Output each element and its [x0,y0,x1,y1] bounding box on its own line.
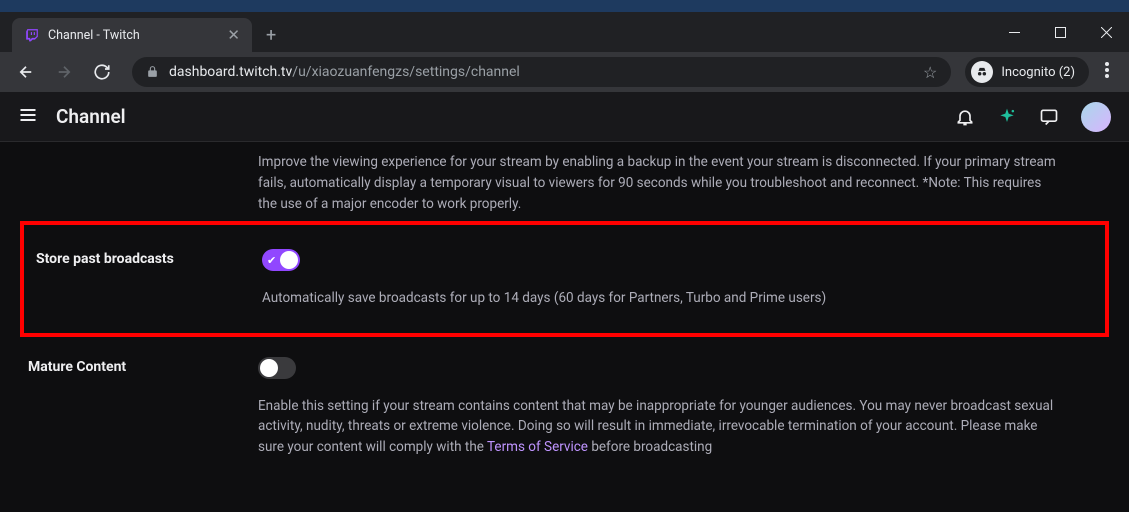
store-broadcasts-description: Automatically save broadcasts for up to … [262,288,1057,309]
maximize-button[interactable] [1037,12,1083,52]
omnibox[interactable]: dashboard.twitch.tv/u/xiaozuanfengzs/set… [132,57,951,87]
avatar[interactable] [1081,102,1111,132]
store-broadcasts-toggle[interactable]: ✔ [262,249,300,271]
twitch-favicon [24,27,40,43]
tos-link[interactable]: Terms of Service [487,439,588,455]
page-title: Channel [56,105,126,128]
window-controls [991,12,1129,52]
window-titlebar [0,0,1129,12]
mature-content-description: Enable this setting if your stream conta… [258,396,1061,459]
url-text: dashboard.twitch.tv/u/xiaozuanfengzs/set… [169,64,913,80]
hamburger-menu-icon[interactable] [18,105,38,129]
close-tab-icon[interactable]: ✕ [227,26,240,44]
mature-content-toggle[interactable] [258,357,296,379]
incognito-icon [971,61,993,83]
incognito-badge[interactable]: Incognito (2) [965,57,1089,87]
check-icon: ✔ [267,252,276,269]
app-header: Channel [0,92,1129,142]
lock-icon [146,63,159,82]
tab-title: Channel - Twitch [48,28,219,43]
disconnect-protection-description: Improve the viewing experience for your … [0,152,1129,215]
browser-tab[interactable]: Channel - Twitch ✕ [12,18,252,52]
new-tab-button[interactable]: + [252,25,290,52]
chat-icon[interactable] [1039,107,1059,127]
store-broadcasts-row: Store past broadcasts ✔ Automatically sa… [24,225,1105,333]
back-button[interactable] [10,56,42,88]
browser-addressbar: dashboard.twitch.tv/u/xiaozuanfengzs/set… [0,52,1129,92]
bookmark-star-icon[interactable]: ☆ [923,63,937,82]
sparkle-icon[interactable] [997,107,1017,127]
store-broadcasts-label: Store past broadcasts [32,249,242,309]
incognito-label: Incognito (2) [1001,65,1075,80]
browser-menu-icon[interactable] [1095,62,1119,82]
minimize-button[interactable] [991,12,1037,52]
forward-button[interactable] [48,56,80,88]
mature-content-row: Mature Content Enable this setting if yo… [0,343,1129,473]
close-window-button[interactable] [1083,12,1129,52]
notifications-icon[interactable] [955,107,975,127]
reload-button[interactable] [86,56,118,88]
highlighted-setting: Store past broadcasts ✔ Automatically sa… [20,221,1109,337]
mature-content-label: Mature Content [28,357,238,459]
settings-content: Improve the viewing experience for your … [0,142,1129,512]
browser-tabbar: Channel - Twitch ✕ + [0,12,1129,52]
